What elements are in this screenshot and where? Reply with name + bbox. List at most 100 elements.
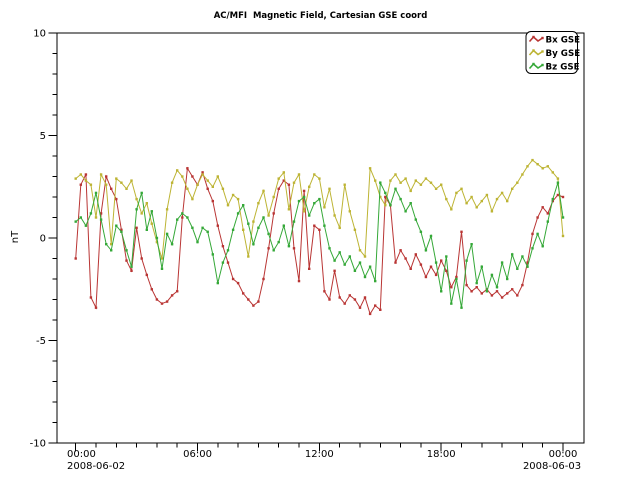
data-point-marker	[476, 206, 478, 208]
data-point-marker	[531, 159, 533, 161]
data-point-marker	[115, 177, 117, 179]
data-point-marker	[445, 270, 447, 272]
data-point-marker	[273, 212, 275, 214]
data-point-marker	[491, 210, 493, 212]
data-point-marker	[237, 212, 239, 214]
plot-area: 1050-5-1000:002008-06-0206:0012:0018:000…	[0, 0, 640, 480]
data-point-marker	[440, 290, 442, 292]
x-tick-label: 12:00	[305, 449, 334, 460]
data-point-marker	[242, 204, 244, 206]
data-point-marker	[201, 171, 203, 173]
data-point-marker	[384, 204, 386, 206]
data-point-marker	[536, 233, 538, 235]
data-point-marker	[293, 220, 295, 222]
data-point-marker	[308, 186, 310, 188]
data-point-marker	[445, 255, 447, 257]
data-point-marker	[531, 233, 533, 235]
data-point-marker	[455, 278, 457, 280]
legend-label: By GSE	[546, 49, 581, 59]
data-point-marker	[293, 182, 295, 184]
data-point-marker	[404, 177, 406, 179]
data-point-marker	[125, 249, 127, 251]
data-point-marker	[262, 216, 264, 218]
data-point-marker	[354, 298, 356, 300]
data-point-marker	[171, 243, 173, 245]
data-point-marker	[511, 288, 513, 290]
data-point-marker	[110, 188, 112, 190]
data-point-marker	[425, 276, 427, 278]
data-point-marker	[242, 229, 244, 231]
data-point-marker	[141, 212, 143, 214]
data-point-marker	[557, 194, 559, 196]
data-point-marker	[486, 194, 488, 196]
data-point-marker	[430, 235, 432, 237]
data-point-marker	[323, 206, 325, 208]
data-point-marker	[171, 182, 173, 184]
data-point-marker	[212, 186, 214, 188]
data-point-marker	[531, 247, 533, 249]
y-tick-label: 10	[33, 29, 46, 40]
series-bx-gse	[75, 167, 565, 315]
data-point-marker	[394, 188, 396, 190]
x-axis: 00:002008-06-0206:0012:0018:0000:002008-…	[67, 443, 581, 472]
data-point-marker	[328, 298, 330, 300]
data-point-marker	[369, 266, 371, 268]
data-point-marker	[379, 309, 381, 311]
data-point-marker	[506, 292, 508, 294]
data-point-marker	[191, 175, 193, 177]
data-point-marker	[232, 229, 234, 231]
data-point-marker	[217, 282, 219, 284]
data-point-marker	[247, 298, 249, 300]
data-point-marker	[237, 282, 239, 284]
data-point-marker	[181, 212, 183, 214]
data-point-marker	[217, 175, 219, 177]
data-point-marker	[491, 274, 493, 276]
data-point-marker	[85, 225, 87, 227]
data-point-marker	[354, 270, 356, 272]
data-point-marker	[521, 173, 523, 175]
data-point-marker	[481, 200, 483, 202]
data-point-marker	[349, 255, 351, 257]
data-point-marker	[135, 227, 137, 229]
data-point-marker	[95, 216, 97, 218]
data-point-marker	[410, 202, 412, 204]
data-point-marker	[105, 243, 107, 245]
data-point-marker	[196, 241, 198, 243]
data-point-marker	[506, 200, 508, 202]
data-point-marker	[105, 184, 107, 186]
data-point-marker	[141, 257, 143, 259]
data-point-marker	[410, 268, 412, 270]
data-point-marker	[404, 210, 406, 212]
data-point-marker	[212, 253, 214, 255]
data-point-marker	[460, 231, 462, 233]
data-point-marker	[465, 284, 467, 286]
series-bz-gse	[75, 182, 565, 309]
data-point-marker	[379, 182, 381, 184]
data-point-marker	[354, 229, 356, 231]
data-point-marker	[536, 163, 538, 165]
data-point-marker	[496, 198, 498, 200]
data-point-marker	[460, 188, 462, 190]
data-point-marker	[130, 266, 132, 268]
data-point-marker	[278, 188, 280, 190]
data-point-marker	[80, 173, 82, 175]
data-point-marker	[181, 216, 183, 218]
data-point-marker	[222, 261, 224, 263]
data-point-marker	[374, 280, 376, 282]
data-point-marker	[110, 249, 112, 251]
data-point-marker	[166, 300, 168, 302]
data-point-marker	[364, 255, 366, 257]
data-point-marker	[394, 173, 396, 175]
data-point-marker	[313, 202, 315, 204]
data-point-marker	[460, 307, 462, 309]
data-point-marker	[95, 307, 97, 309]
data-point-marker	[166, 208, 168, 210]
data-point-marker	[359, 307, 361, 309]
data-point-marker	[516, 294, 518, 296]
data-point-marker	[242, 292, 244, 294]
data-point-marker	[521, 255, 523, 257]
data-point-marker	[298, 200, 300, 202]
data-point-marker	[349, 294, 351, 296]
data-point-marker	[85, 173, 87, 175]
data-point-marker	[232, 278, 234, 280]
